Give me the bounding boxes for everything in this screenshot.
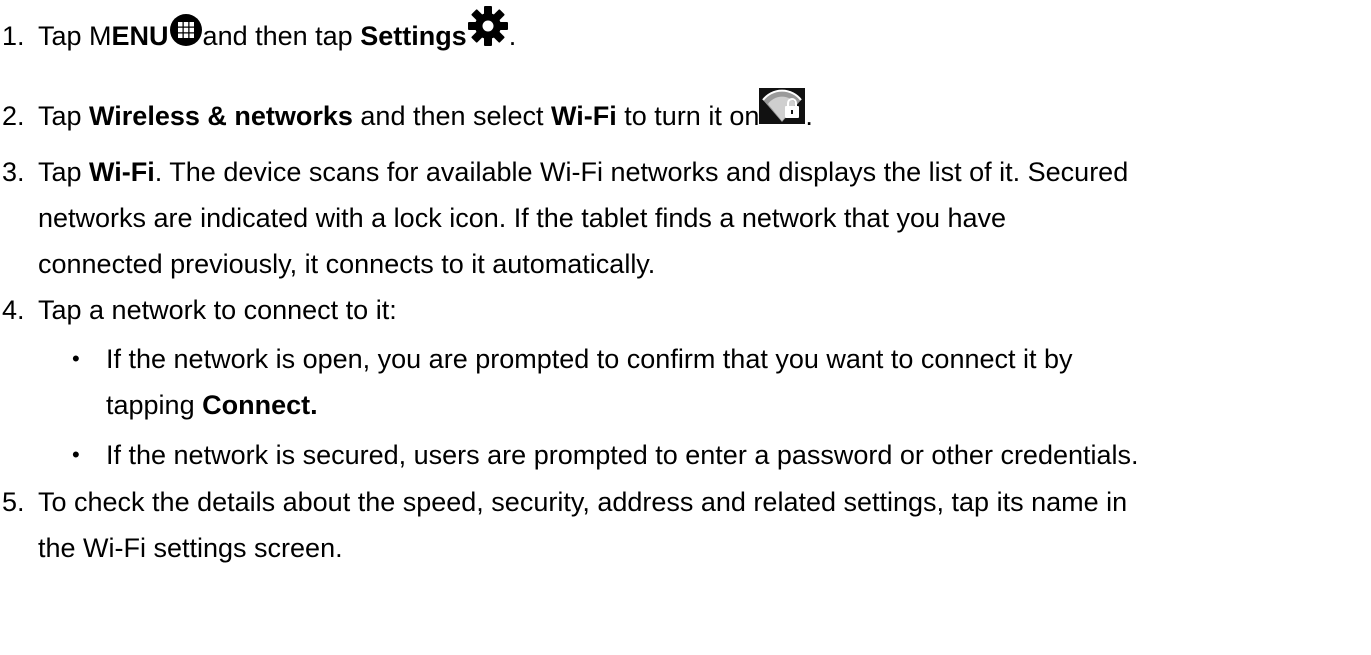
bullet-mark: • bbox=[72, 442, 80, 467]
step-text: Tap MENU and then tap Settings . bbox=[38, 5, 516, 59]
step-number: 1. bbox=[2, 21, 25, 51]
gear-icon bbox=[467, 5, 508, 46]
step-number: 3. bbox=[2, 157, 25, 187]
step-text: To check the details about the speed, se… bbox=[38, 487, 1128, 517]
step-number: 2. bbox=[2, 101, 25, 131]
step-text: Tap a network to connect to it: bbox=[38, 295, 397, 325]
step-text: Tap Wireless & networks and then select … bbox=[38, 87, 813, 138]
step-number: 4. bbox=[2, 295, 25, 325]
step-number: 5. bbox=[2, 487, 25, 517]
step-text: Tap Wi-Fi. The device scans for availabl… bbox=[38, 157, 1129, 187]
wifi-lock-icon bbox=[759, 87, 806, 124]
bullet-mark: • bbox=[72, 346, 80, 371]
menu-grid-icon bbox=[169, 13, 202, 46]
